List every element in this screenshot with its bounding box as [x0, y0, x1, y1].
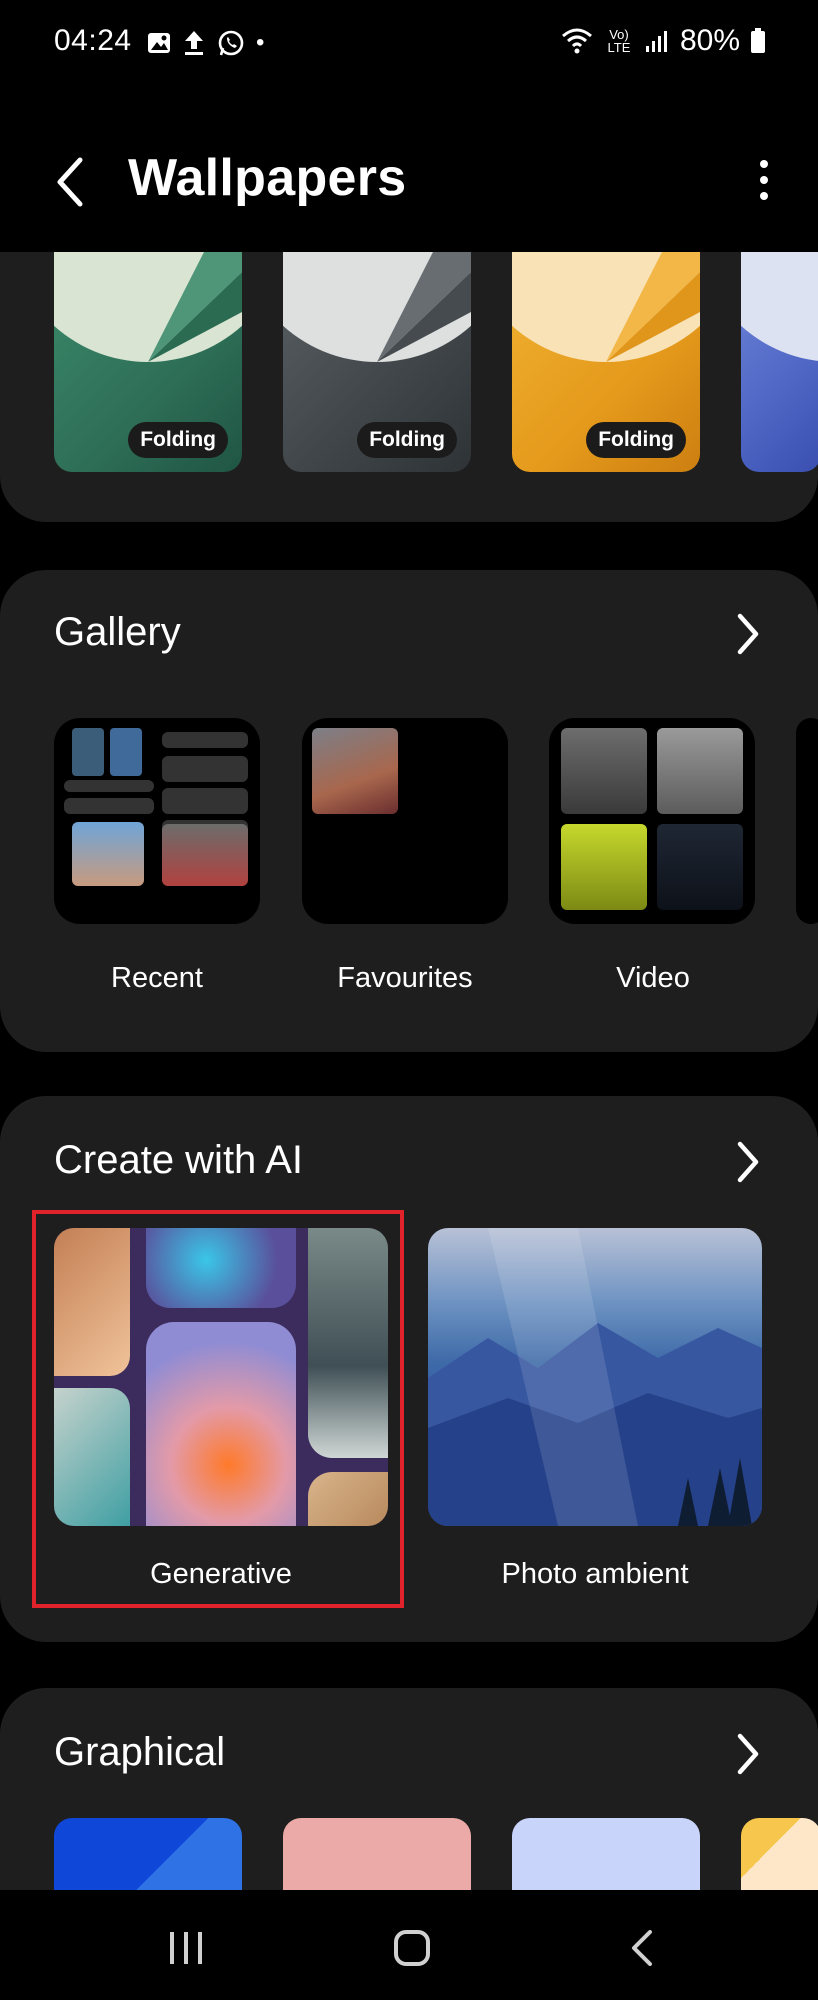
- album-label-favourites: Favourites: [337, 962, 473, 994]
- page-title: Wallpapers: [128, 149, 407, 207]
- whatsapp-icon: [218, 30, 244, 56]
- graphical-chevron-right-icon[interactable]: [734, 1732, 762, 1776]
- photo-ambient-thumbnail[interactable]: [428, 1228, 762, 1526]
- gallery-title: Gallery: [54, 610, 181, 654]
- folding-wallpaper-blue[interactable]: [741, 252, 818, 472]
- ai-title: Create with AI: [54, 1138, 304, 1182]
- battery-icon: [751, 28, 765, 53]
- status-time: 04:24: [54, 24, 132, 57]
- back-icon[interactable]: [52, 154, 92, 210]
- wifi-calling-icon: [561, 28, 592, 54]
- album-recent[interactable]: [54, 718, 260, 924]
- album-label-recent: Recent: [111, 962, 203, 994]
- folding-wallpaper-gray[interactable]: Folding: [283, 252, 471, 472]
- image-notification-icon: [148, 33, 170, 53]
- folding-badge: Folding: [357, 422, 457, 458]
- home-icon[interactable]: [392, 1930, 432, 1966]
- status-notification-icons: •: [146, 28, 264, 58]
- folding-badge: Folding: [128, 422, 228, 458]
- folding-badge: Folding: [586, 422, 686, 458]
- status-system-icons: Vo) LTE 80%: [560, 24, 766, 58]
- folding-wallpaper-orange[interactable]: Folding: [512, 252, 700, 472]
- folding-wallpaper-green[interactable]: Folding: [54, 252, 242, 472]
- album-favourites[interactable]: [302, 718, 508, 924]
- ai-chevron-right-icon[interactable]: [734, 1140, 762, 1184]
- signal-icon: [645, 31, 667, 52]
- album-video[interactable]: [549, 718, 755, 924]
- upload-icon: [185, 31, 203, 55]
- gallery-chevron-right-icon[interactable]: [734, 612, 762, 656]
- nav-back-icon[interactable]: [624, 1930, 664, 1966]
- ai-label-generative: Generative: [150, 1558, 292, 1590]
- recent-apps-icon[interactable]: [166, 1930, 206, 1966]
- battery-percent: 80%: [679, 24, 740, 57]
- more-options-icon[interactable]: [752, 156, 776, 204]
- graphical-title: Graphical: [54, 1730, 226, 1774]
- album-label-video: Video: [616, 962, 690, 994]
- album-partial[interactable]: [796, 718, 818, 924]
- network-type: Vo) LTE: [607, 27, 631, 55]
- notification-dot: •: [256, 29, 265, 56]
- ai-label-photo-ambient: Photo ambient: [501, 1558, 689, 1590]
- generative-thumbnail[interactable]: [54, 1228, 388, 1526]
